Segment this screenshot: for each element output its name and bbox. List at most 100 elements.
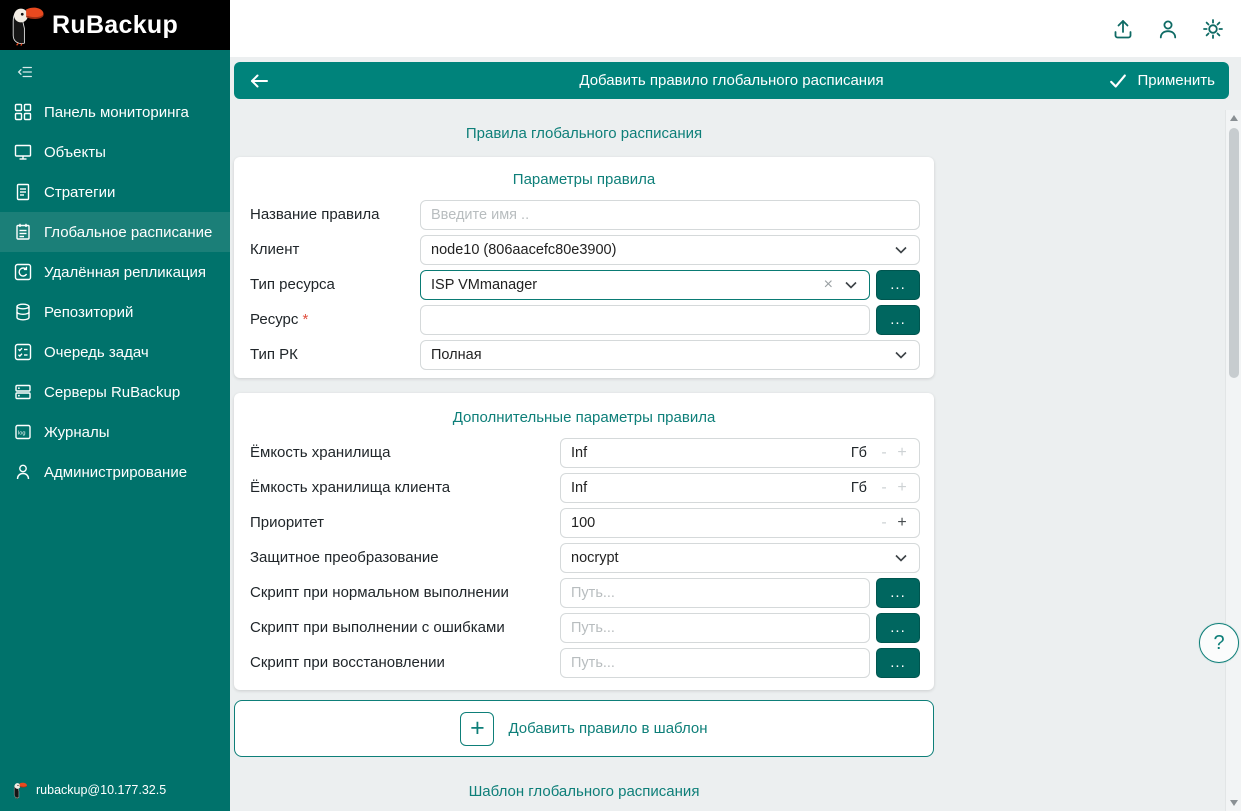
sidebar-item-monitoring[interactable]: Панель мониторинга [0,92,230,132]
backup-type-select[interactable]: Полная [420,340,920,370]
priority-label: Приоритет [250,514,560,531]
sidebar-item-repository[interactable]: Репозиторий [0,292,230,332]
sidebar-item-objects[interactable]: Объекты [0,132,230,172]
backup-type-row: Тип РК Полная [246,337,922,372]
triangle-up-icon [1230,115,1238,121]
resource-input[interactable] [420,305,870,335]
script-restore-browse-button[interactable]: ... [876,648,920,678]
increment-button[interactable]: + [893,514,911,532]
dashboard-icon [13,102,33,122]
schedule-icon [13,222,33,242]
sidebar-item-label: Объекты [44,144,106,161]
sidebar-nav: Панель мониторинга Объекты Стратегии Гло… [0,90,230,769]
resource-type-select[interactable]: ISP VMmanager × [420,270,870,300]
priority-value: 100 [571,515,875,531]
resource-type-browse-button[interactable]: ... [876,270,920,300]
additional-parameters-title: Дополнительные параметры правила [246,401,922,435]
resource-type-row: Тип ресурса ISP VMmanager × ... [246,267,922,302]
resource-type-label: Тип ресурса [250,276,420,293]
rule-parameters-title: Параметры правила [246,163,922,197]
add-rule-to-template-label: Добавить правило в шаблон [508,720,707,737]
settings-gear-icon[interactable] [1202,18,1224,40]
vertical-scrollbar[interactable] [1225,110,1241,811]
add-rule-to-template-button[interactable]: + Добавить правило в шаблон [234,700,934,757]
required-asterisk: * [303,311,309,328]
sidebar-collapse-button[interactable] [0,54,230,90]
app-logo: RuBackup [0,0,230,50]
resource-browse-button[interactable]: ... [876,305,920,335]
replication-icon [13,262,33,282]
crypt-select[interactable]: nocrypt [560,543,920,573]
export-icon[interactable] [1112,18,1134,40]
sidebar-footer: rubackup@10.177.32.5 [0,769,230,811]
decrement-button[interactable]: - [875,514,893,532]
sidebar-item-label: Репозиторий [44,304,133,321]
script-restore-input[interactable] [560,648,870,678]
increment-button[interactable]: + [893,444,911,462]
back-arrow-icon[interactable] [248,70,270,92]
script-restore-label: Скрипт при восстановлении [250,654,560,671]
decrement-button[interactable]: - [875,479,893,497]
sidebar-item-global-schedule[interactable]: Глобальное расписание [0,212,230,252]
scrollbar-thumb[interactable] [1229,128,1239,378]
script-normal-browse-button[interactable]: ... [876,578,920,608]
resource-row: Ресурс * ... [246,302,922,337]
priority-field[interactable]: 100 - + [560,508,920,538]
section-title-template: Шаблон глобального расписания [234,783,934,800]
topbar [230,0,1241,57]
script-error-row: Скрипт при выполнении с ошибками ... [246,610,922,645]
scroll-up-button[interactable] [1226,110,1241,126]
sidebar-item-label: Журналы [44,424,110,441]
increment-button[interactable]: + [893,479,911,497]
crypt-select-value: nocrypt [571,550,619,566]
client-capacity-row: Ёмкость хранилища клиента Inf Гб - + [246,470,922,505]
chevron-down-icon [895,554,907,562]
sidebar-item-task-queue[interactable]: Очередь задач [0,332,230,372]
page-title: Добавить правило глобального расписания [234,72,1229,89]
unit-label: Гб [851,445,867,461]
scroll-down-button[interactable] [1226,795,1241,811]
toucan-small-icon [12,781,28,799]
chevron-down-icon [895,246,907,254]
svg-text:log: log [18,430,25,436]
chevron-down-icon [845,281,857,289]
storage-capacity-label: Ёмкость хранилища [250,444,560,461]
help-label: ? [1213,632,1224,655]
script-error-browse-button[interactable]: ... [876,613,920,643]
client-select[interactable]: node10 (806aacefc80e3900) [420,235,920,265]
rule-name-row: Название правила [246,197,922,232]
admin-user-icon [13,462,33,482]
connection-label: rubackup@10.177.32.5 [36,783,166,797]
resource-label: Ресурс * [250,311,420,328]
apply-button[interactable]: Применить [1108,71,1215,91]
clear-icon[interactable]: × [824,277,833,293]
sidebar-item-label: Удалённая репликация [44,264,206,281]
log-icon: log [13,422,33,442]
unit-label: Гб [851,480,867,496]
script-normal-input[interactable] [560,578,870,608]
script-error-label: Скрипт при выполнении с ошибками [250,619,560,636]
sidebar-item-administration[interactable]: Администрирование [0,452,230,492]
backup-type-label: Тип РК [250,346,420,363]
sidebar-item-logs[interactable]: log Журналы [0,412,230,452]
crypt-label: Защитное преобразование [250,549,560,566]
sidebar-item-servers[interactable]: Серверы RuBackup [0,372,230,412]
storage-capacity-field[interactable]: Inf Гб - + [560,438,920,468]
sidebar-item-strategies[interactable]: Стратегии [0,172,230,212]
database-icon [13,302,33,322]
client-capacity-label: Ёмкость хранилища клиента [250,479,560,496]
user-icon[interactable] [1157,18,1179,40]
action-bar: Добавить правило глобального расписания … [234,62,1229,99]
script-error-input[interactable] [560,613,870,643]
apply-button-label: Применить [1137,72,1215,89]
document-icon [13,182,33,202]
help-button[interactable]: ? [1199,623,1239,663]
decrement-button[interactable]: - [875,444,893,462]
client-capacity-field[interactable]: Inf Гб - + [560,473,920,503]
rule-name-input[interactable] [420,200,920,230]
backup-type-value: Полная [431,347,482,363]
client-row: Клиент node10 (806aacefc80e3900) [246,232,922,267]
sidebar-item-remote-replication[interactable]: Удалённая репликация [0,252,230,292]
crypt-row: Защитное преобразование nocrypt [246,540,922,575]
client-label: Клиент [250,241,420,258]
